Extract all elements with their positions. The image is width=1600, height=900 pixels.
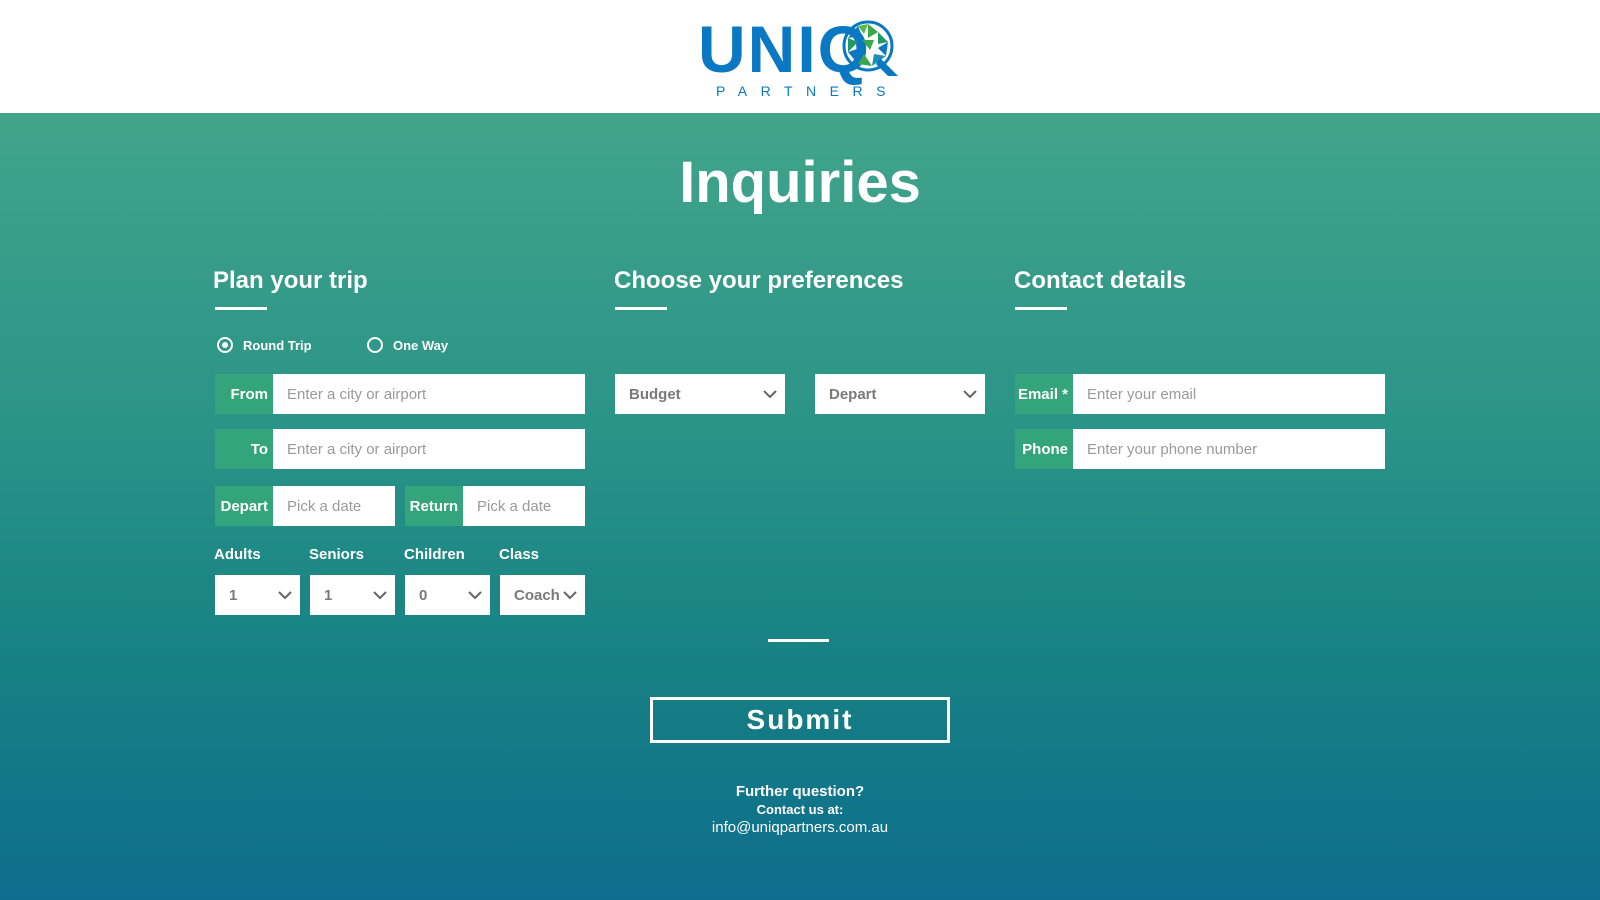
logo-q-icon xyxy=(842,20,898,76)
inquiries-panel: Inquiries Plan your trip Choose your pre… xyxy=(0,113,1600,900)
section-title-contact: Contact details xyxy=(1014,267,1187,294)
radio-one-way-label: One Way xyxy=(393,337,449,353)
chevron-down-icon xyxy=(468,591,482,600)
return-date-input[interactable]: Pick a date xyxy=(463,486,585,526)
seniors-value: 1 xyxy=(324,586,333,604)
adults-select[interactable]: 1 xyxy=(215,575,300,615)
budget-select[interactable]: Budget xyxy=(615,374,785,414)
phone-label: Phone xyxy=(1015,429,1073,469)
site-header: UNIQ PARTNERS xyxy=(0,0,1600,113)
email-label: Email * xyxy=(1015,374,1073,414)
section-underline-trip xyxy=(215,307,267,310)
logo-subtitle: PARTNERS xyxy=(716,83,899,99)
seniors-select[interactable]: 1 xyxy=(310,575,395,615)
children-label: Children xyxy=(404,546,465,563)
email-field: Email * Enter your email xyxy=(1015,374,1385,414)
page-title: Inquiries xyxy=(679,150,921,215)
chevron-down-icon xyxy=(373,591,387,600)
section-underline-contact xyxy=(1015,307,1067,310)
radio-round-trip-label: Round Trip xyxy=(243,337,312,353)
depart-date-label: Depart xyxy=(215,486,273,526)
center-divider xyxy=(768,639,829,642)
radio-unchecked-icon[interactable] xyxy=(367,337,383,353)
depart-preference-value: Depart xyxy=(829,385,877,403)
from-field: From Enter a city or airport xyxy=(215,374,585,414)
chevron-down-icon xyxy=(763,390,777,399)
radio-one-way[interactable]: One Way xyxy=(367,337,448,353)
radio-round-trip[interactable]: Round Trip xyxy=(217,337,312,353)
email-input[interactable]: Enter your email xyxy=(1073,374,1385,414)
from-input[interactable]: Enter a city or airport xyxy=(273,374,585,414)
children-select[interactable]: 0 xyxy=(405,575,490,615)
return-date-field: Return Pick a date xyxy=(405,486,585,526)
section-underline-preferences xyxy=(615,307,667,310)
class-select[interactable]: Coach xyxy=(500,575,585,615)
class-label: Class xyxy=(499,546,540,563)
children-value: 0 xyxy=(419,586,428,604)
uniq-partners-logo[interactable]: UNIQ PARTNERS xyxy=(698,14,902,100)
depart-date-field: Depart Pick a date xyxy=(215,486,395,526)
chevron-down-icon xyxy=(563,591,577,600)
adults-value: 1 xyxy=(229,586,238,604)
chevron-down-icon xyxy=(963,390,977,399)
to-field: To Enter a city or airport xyxy=(215,429,585,469)
seniors-label: Seniors xyxy=(309,546,365,563)
radio-checked-icon[interactable] xyxy=(217,337,233,353)
phone-field: Phone Enter your phone number xyxy=(1015,429,1385,469)
from-label: From xyxy=(215,374,273,414)
chevron-down-icon xyxy=(278,591,292,600)
to-input[interactable]: Enter a city or airport xyxy=(273,429,585,469)
budget-value: Budget xyxy=(629,385,681,403)
adults-label: Adults xyxy=(214,546,261,563)
phone-input[interactable]: Enter your phone number xyxy=(1073,429,1385,469)
submit-button[interactable]: Submit xyxy=(650,697,950,743)
footer-contact-us: Contact us at: xyxy=(756,802,844,817)
section-title-preferences: Choose your preferences xyxy=(614,267,904,294)
footer-email-link[interactable]: info@uniqpartners.com.au xyxy=(0,819,1600,836)
footer-question: Further question? xyxy=(735,783,865,800)
return-date-label: Return xyxy=(405,486,463,526)
depart-date-input[interactable]: Pick a date xyxy=(273,486,395,526)
to-label: To xyxy=(215,429,273,469)
depart-preference-select[interactable]: Depart xyxy=(815,374,985,414)
class-value: Coach xyxy=(514,586,560,604)
section-title-trip: Plan your trip xyxy=(213,267,368,294)
